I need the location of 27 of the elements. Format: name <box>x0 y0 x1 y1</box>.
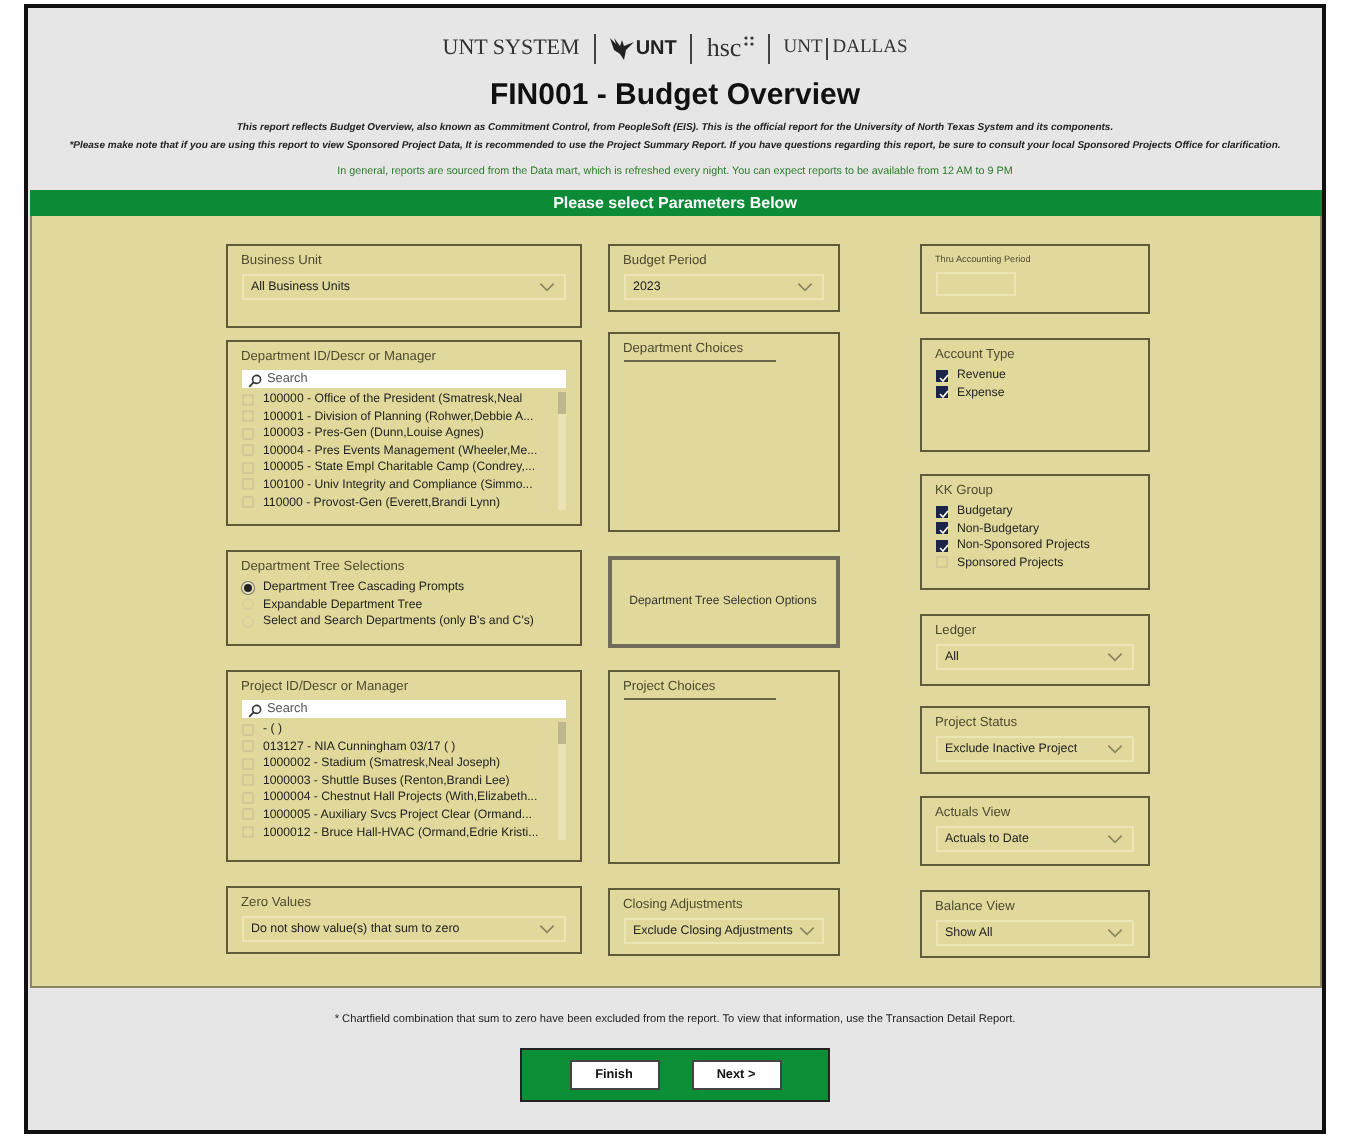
chevron-down-icon <box>537 924 555 934</box>
checkbox[interactable] <box>935 539 947 552</box>
logo-text: UNT <box>635 37 677 59</box>
search-icon <box>247 704 261 718</box>
chevron-down-icon <box>1105 928 1123 938</box>
report-title: FIN001 - Budget Overview <box>489 78 861 112</box>
chevron-down-icon <box>537 282 555 292</box>
dots-icon <box>743 36 754 46</box>
eagle-icon <box>609 37 634 59</box>
checkbox[interactable] <box>935 369 947 381</box>
chevron-down-icon <box>1105 834 1123 844</box>
input-field[interactable] <box>935 272 1015 296</box>
search-icon <box>247 374 261 388</box>
radio-button[interactable] <box>241 598 253 611</box>
radio-button[interactable] <box>241 581 253 593</box>
chevron-down-icon <box>1105 744 1123 754</box>
logo-text: DALLAS <box>832 38 908 58</box>
logo-text: UNT <box>783 38 823 58</box>
checkbox[interactable] <box>935 505 947 517</box>
checkbox[interactable] <box>935 522 947 535</box>
checkbox[interactable] <box>935 386 947 399</box>
chevron-down-icon <box>1105 652 1123 662</box>
logo-text: hsc <box>706 32 742 64</box>
chevron-down-icon <box>795 282 813 292</box>
chevron-down-icon <box>798 926 817 936</box>
section-header: Please select Parameters Below <box>29 190 1321 216</box>
logo-text: UNT SYSTEM <box>442 36 580 60</box>
